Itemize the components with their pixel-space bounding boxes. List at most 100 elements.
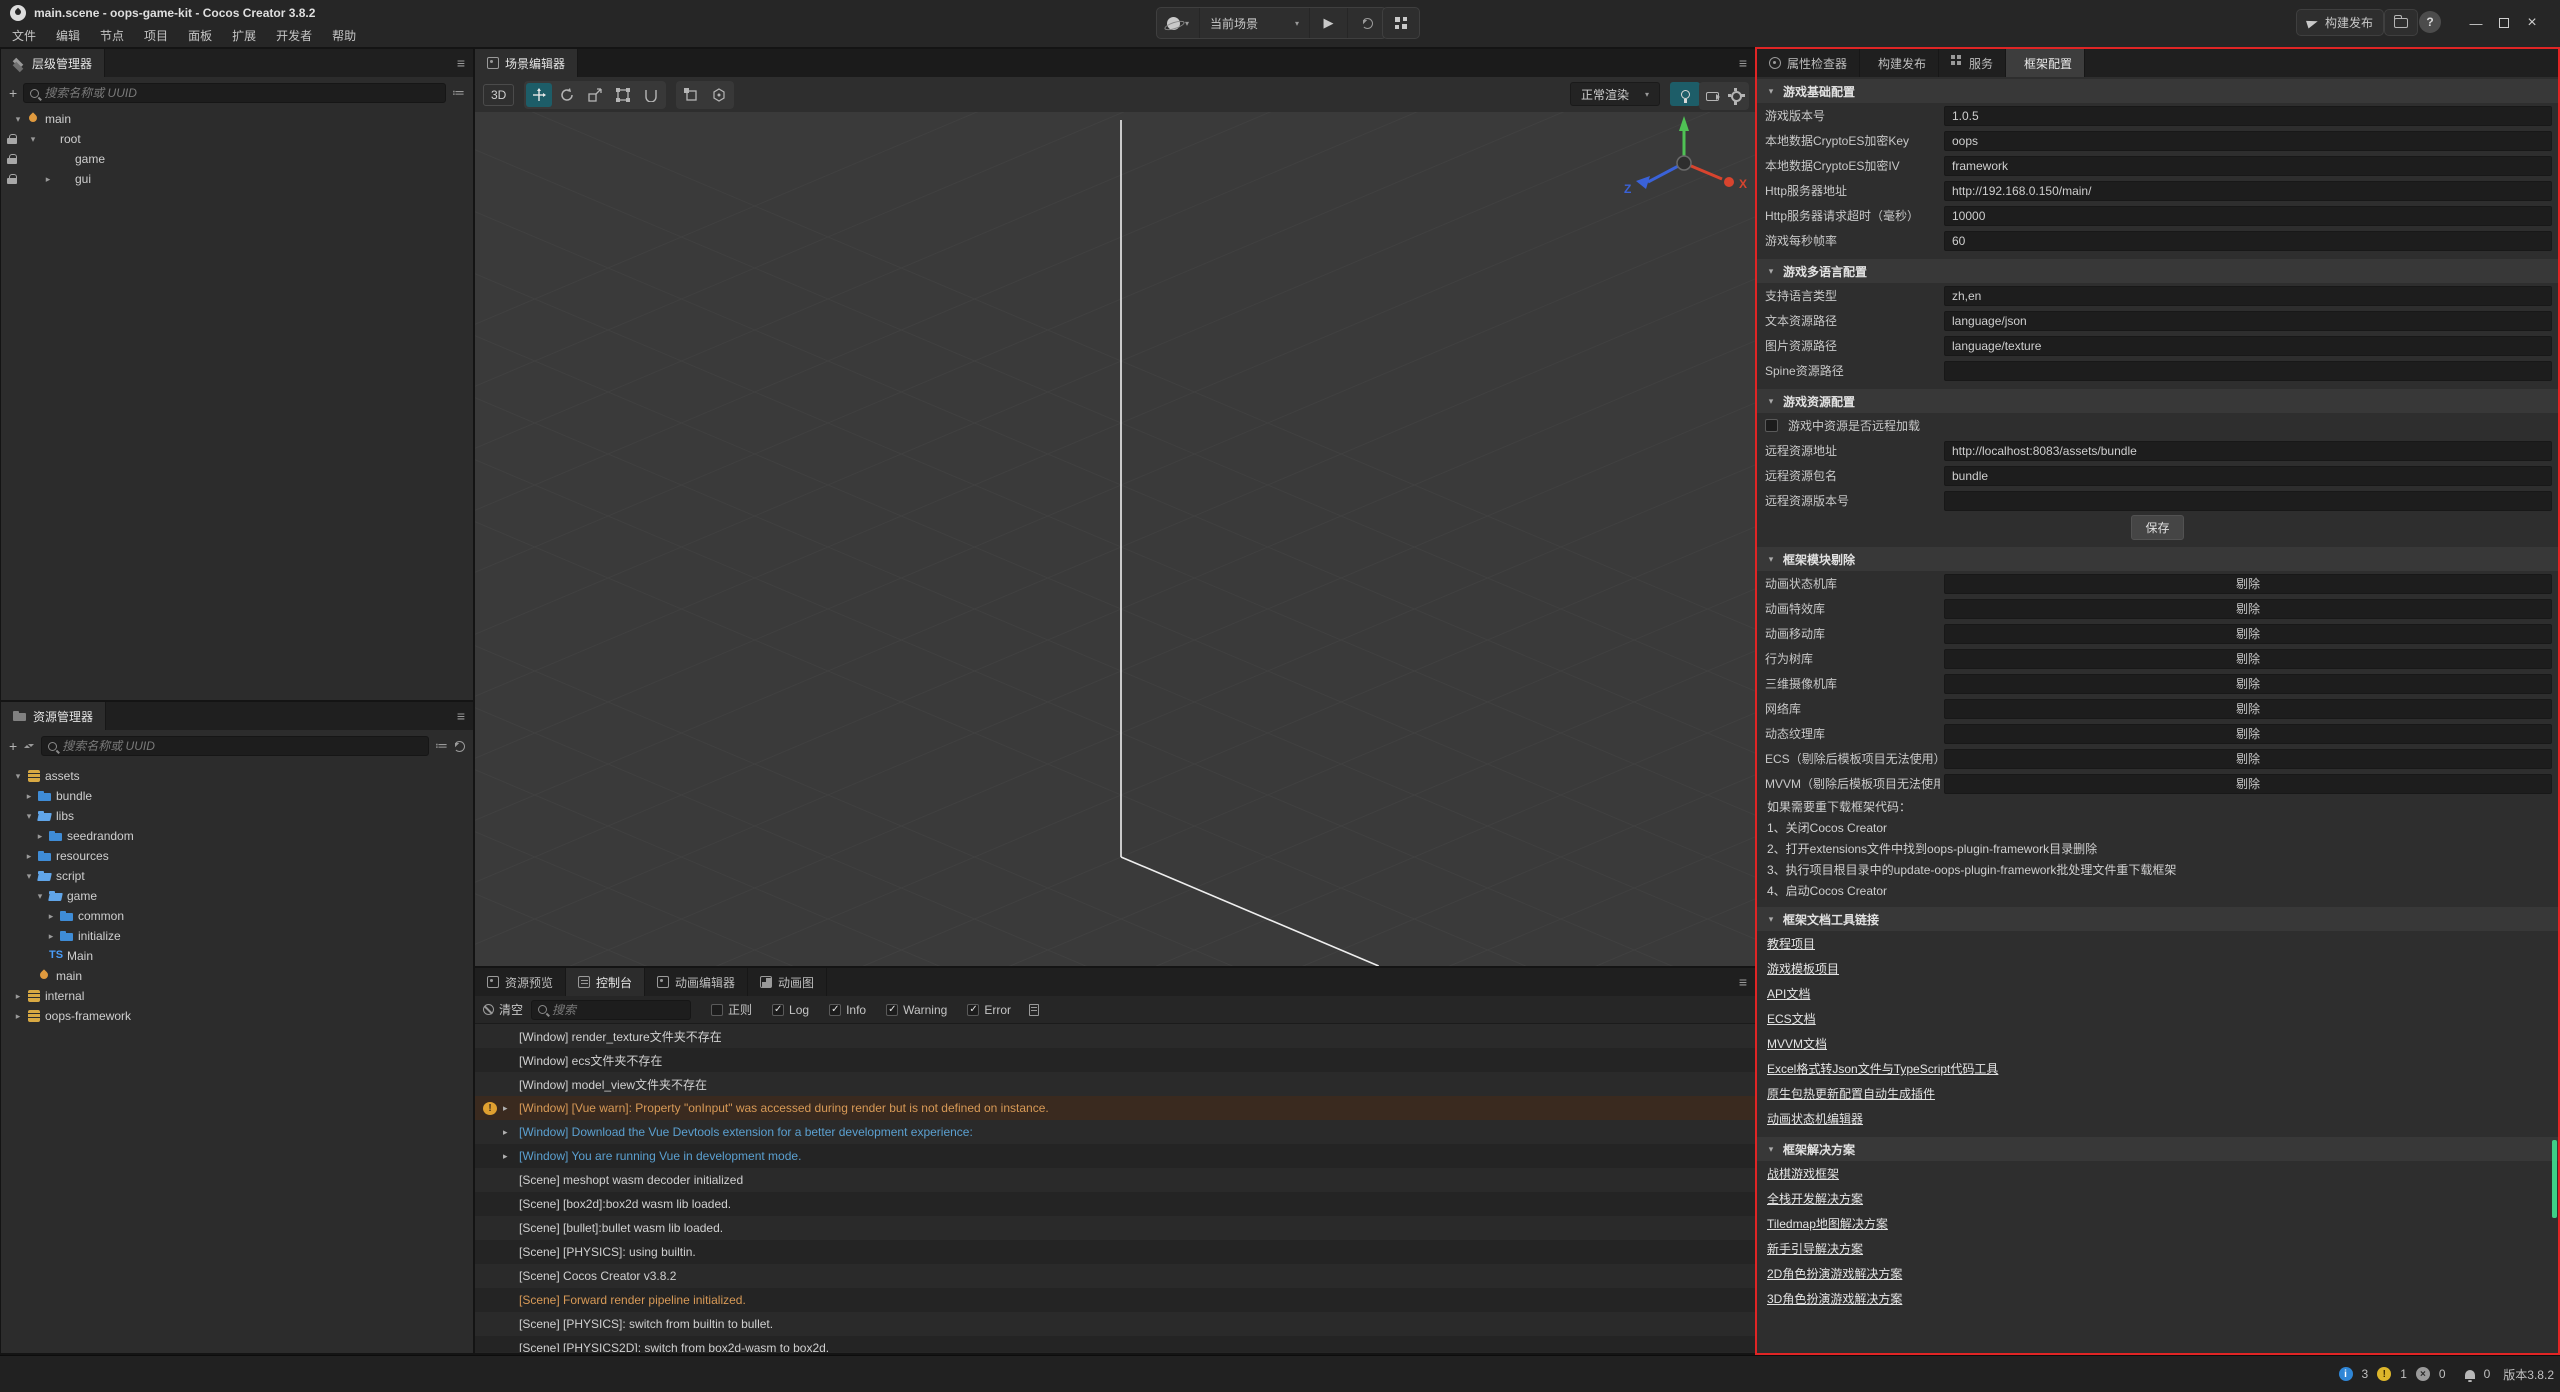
inspector-tab[interactable]: 框架配置 [2006,49,2085,77]
expand-chevron-icon[interactable] [503,1103,513,1114]
play-button[interactable]: ▶ [1310,8,1348,38]
console-log-row[interactable]: [Scene] [PHYSICS2D]: switch from box2d-w… [475,1336,1755,1352]
hierarchy-search[interactable] [23,83,446,103]
field-value-input[interactable]: oops [1944,131,2552,151]
console-log-row[interactable]: [Scene] [PHYSICS]: using builtin. [475,1240,1755,1264]
preview-qr-button[interactable] [1382,7,1420,39]
remote-load-checkbox[interactable] [1765,419,1778,432]
warning-count-icon[interactable]: ! [2377,1367,2391,1381]
module-remove-button[interactable]: 剔除 [1944,774,2552,794]
bell-icon[interactable] [2465,1370,2475,1379]
scene-settings-button[interactable] [1725,84,1747,108]
field-value-input[interactable]: language/json [1944,311,2552,331]
checkbox-icon[interactable] [711,1004,723,1016]
console-log-row[interactable]: [Scene] [bullet]:bullet wasm lib loaded. [475,1216,1755,1240]
chevron-icon[interactable] [46,931,56,942]
solution-link[interactable]: 全栈开发解决方案 [1767,1190,1863,1207]
section-resource-config[interactable]: ▾ 游戏资源配置 [1757,389,2558,413]
console-tab[interactable]: 控制台 [566,968,645,996]
chevron-icon[interactable] [13,771,23,782]
pivot-button[interactable] [678,83,704,107]
console-log-row[interactable]: [Window] [Vue warn]: Property "onInput" … [475,1096,1755,1120]
filter-icon[interactable]: ≔ [435,738,448,754]
panel-menu-icon[interactable]: ≡ [457,708,465,724]
maximize-button[interactable] [2490,12,2518,34]
tab-hierarchy[interactable]: 层级管理器 [1,49,105,77]
chevron-icon[interactable] [28,134,38,145]
console-log-row[interactable]: [Window] render_texture文件夹不存在 [475,1024,1755,1048]
chevron-icon[interactable] [24,871,34,882]
filter-icon[interactable]: ≔ [452,85,465,101]
tree-row[interactable]: oops-framework [1,1006,473,1026]
field-value-input[interactable]: framework [1944,156,2552,176]
tree-row[interactable]: assets [1,766,473,786]
module-remove-button[interactable]: 剔除 [1944,624,2552,644]
inspector-tab[interactable]: 构建发布 [1860,49,1939,77]
transform-tool-button[interactable] [638,83,664,107]
tree-row[interactable]: script [1,866,473,886]
console-log-row[interactable]: [Window] Download the Vue Devtools exten… [475,1120,1755,1144]
tree-row[interactable]: main [1,109,473,129]
section-language-config[interactable]: ▾ 游戏多语言配置 [1757,259,2558,283]
console-filter[interactable]: Error [967,1003,1011,1017]
refresh-icon[interactable] [454,741,465,752]
panel-menu-icon[interactable]: ≡ [1739,974,1747,990]
checkbox-icon[interactable] [772,1004,784,1016]
coordinate-button[interactable] [706,83,732,107]
build-button[interactable]: 构建发布 [2296,9,2384,36]
field-value-input[interactable] [1944,491,2552,511]
tree-row[interactable]: seedrandom [1,826,473,846]
add-node-button[interactable]: + [9,86,17,100]
field-value-input[interactable]: language/texture [1944,336,2552,356]
console-search-input[interactable] [552,1003,709,1017]
menu-item[interactable]: 编辑 [46,24,90,47]
chevron-icon[interactable] [24,811,34,822]
inspector-tab[interactable]: 属性检查器 [1757,49,1860,77]
console-log-row[interactable]: [Scene] meshopt wasm decoder initialized [475,1168,1755,1192]
section-doc-links[interactable]: ▾ 框架文档工具链接 [1757,907,2558,931]
module-remove-button[interactable]: 剔除 [1944,724,2552,744]
solution-link[interactable]: Tiledmap地图解决方案 [1767,1215,1888,1232]
tree-row[interactable]: Main [1,946,473,966]
console-log-row[interactable]: [Scene] [box2d]:box2d wasm lib loaded. [475,1192,1755,1216]
module-remove-button[interactable]: 剔除 [1944,699,2552,719]
console-filter[interactable]: Warning [886,1003,947,1017]
field-value-input[interactable]: http://192.168.0.150/main/ [1944,181,2552,201]
field-value-input[interactable]: zh,en [1944,286,2552,306]
section-solutions[interactable]: ▾ 框架解决方案 [1757,1137,2558,1161]
menu-item[interactable]: 文件 [2,24,46,47]
tab-assets[interactable]: 资源管理器 [1,702,106,730]
console-tab[interactable]: 资源预览 [475,968,566,996]
chevron-icon[interactable] [35,831,45,842]
field-value-input[interactable]: 10000 [1944,206,2552,226]
menu-item[interactable]: 开发者 [266,24,322,47]
module-remove-button[interactable]: 剔除 [1944,749,2552,769]
add-asset-button[interactable]: + [9,739,17,753]
scrollbar-thumb[interactable] [2552,1140,2557,1218]
chevron-icon[interactable] [13,991,23,1002]
menu-item[interactable]: 面板 [178,24,222,47]
console-log-row[interactable]: [Scene] [PHYSICS]: switch from builtin t… [475,1312,1755,1336]
expand-chevron-icon[interactable] [503,1127,513,1138]
help-button[interactable]: ? [2419,11,2441,33]
section-basic-config[interactable]: ▾ 游戏基础配置 [1757,79,2558,103]
module-remove-button[interactable]: 剔除 [1944,574,2552,594]
panel-menu-icon[interactable]: ≡ [1739,55,1747,71]
chevron-icon[interactable] [46,911,56,922]
tree-row[interactable]: resources [1,846,473,866]
scene-select[interactable]: 当前场景 ▾ [1200,8,1310,38]
reload-button[interactable] [1348,8,1386,38]
tree-row[interactable]: root [1,129,473,149]
tree-row[interactable]: internal [1,986,473,1006]
field-value-input[interactable]: 60 [1944,231,2552,251]
close-button[interactable]: × [2518,12,2546,34]
menu-item[interactable]: 帮助 [322,24,366,47]
inspector-tab[interactable]: 服务 [1939,49,2006,77]
camera-button[interactable] [1701,84,1723,108]
open-project-folder-button[interactable] [2384,9,2418,36]
sort-icon[interactable] [23,740,35,752]
console-log-row[interactable]: [Scene] Cocos Creator v3.8.2 [475,1264,1755,1288]
console-filter[interactable]: Log [772,1003,809,1017]
chevron-icon[interactable] [43,174,53,185]
tree-row[interactable]: bundle [1,786,473,806]
